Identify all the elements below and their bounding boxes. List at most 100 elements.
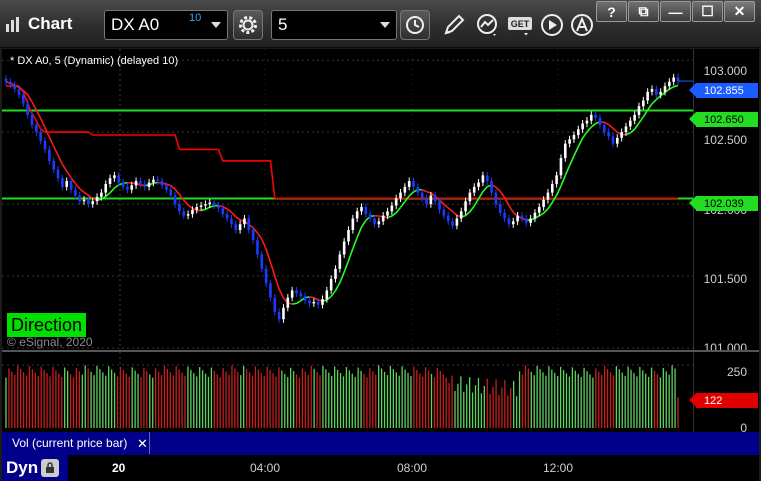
play-icon bbox=[541, 14, 563, 36]
candle-body bbox=[503, 212, 506, 219]
moving-average-segment bbox=[655, 95, 662, 101]
link-window-button[interactable]: ⧉ bbox=[628, 1, 659, 22]
close-icon[interactable]: ✕ bbox=[137, 433, 148, 455]
candle-body bbox=[217, 205, 220, 209]
moving-average-segment bbox=[153, 181, 158, 185]
moving-average-segment bbox=[603, 121, 609, 126]
volume-study-label[interactable]: Vol (current price bar) ✕ bbox=[4, 432, 150, 454]
price-chart-pane[interactable]: * DX A0, 5 (Dynamic) (delayed 10) Direct… bbox=[2, 49, 693, 350]
candle-body bbox=[425, 198, 428, 205]
replay-button[interactable] bbox=[538, 11, 566, 39]
close-button[interactable]: ✕ bbox=[724, 1, 755, 22]
candle-body bbox=[312, 301, 316, 304]
candle-body bbox=[247, 218, 251, 230]
chevron-down-icon[interactable] bbox=[380, 22, 390, 28]
help-button[interactable]: ? bbox=[596, 1, 627, 22]
symbol-input[interactable]: DX A0 10 bbox=[104, 10, 228, 40]
candle-body bbox=[173, 195, 177, 205]
draw-tools-button[interactable] bbox=[440, 11, 468, 39]
candle-body bbox=[555, 175, 558, 184]
candle-body bbox=[394, 198, 398, 206]
time-axis[interactable]: Dyn 20 04:00 08:00 12:00 bbox=[2, 455, 759, 481]
candle-body bbox=[438, 201, 441, 210]
moving-average-segment bbox=[57, 154, 64, 165]
moving-average-segment bbox=[39, 118, 46, 128]
chart-toolbar: Chart DX A0 10 5 GET ? ⧉ — ☐ ✕ bbox=[0, 0, 761, 48]
candle-body bbox=[607, 132, 610, 137]
lock-icon[interactable] bbox=[41, 459, 60, 477]
candle-body bbox=[642, 100, 645, 107]
volume-study-name: Vol (current price bar) bbox=[12, 436, 128, 450]
volume-footer: Vol (current price bar) ✕ bbox=[2, 432, 759, 455]
volume-tick: 250 bbox=[726, 365, 747, 379]
candle-body bbox=[338, 254, 342, 269]
candle-body bbox=[624, 126, 628, 133]
candle-body bbox=[121, 182, 125, 187]
moving-average-segment bbox=[633, 122, 640, 130]
dynamic-mode-button[interactable]: Dyn bbox=[2, 455, 68, 481]
candle-body bbox=[130, 185, 134, 190]
interval-value: 5 bbox=[278, 15, 288, 34]
moving-average-segment bbox=[452, 210, 458, 216]
volume-pane[interactable] bbox=[2, 352, 693, 432]
alerts-button[interactable] bbox=[568, 11, 596, 39]
candle-body bbox=[594, 114, 597, 118]
candle-body bbox=[655, 88, 658, 95]
candle-body bbox=[195, 206, 199, 210]
candle-body bbox=[646, 91, 649, 101]
candle-body bbox=[152, 179, 155, 183]
minimize-button[interactable]: — bbox=[660, 1, 691, 22]
current-volume-tag: 122 bbox=[689, 393, 758, 408]
candle-body bbox=[56, 169, 60, 179]
moving-average-segment bbox=[421, 188, 427, 193]
candle-body bbox=[204, 204, 207, 206]
moving-average-segment bbox=[646, 103, 653, 111]
volume-axis[interactable]: 250 0 122 bbox=[689, 352, 759, 435]
maximize-button[interactable]: ☐ bbox=[692, 1, 723, 22]
candle-body bbox=[104, 183, 108, 193]
time-label: 08:00 bbox=[397, 461, 428, 475]
moving-average-segment bbox=[668, 86, 675, 90]
moving-average-segment bbox=[226, 208, 232, 213]
moving-average-segment bbox=[274, 275, 280, 290]
moving-average-segment bbox=[399, 201, 406, 208]
moving-average-segment bbox=[495, 186, 501, 192]
candle-body bbox=[511, 221, 515, 225]
candle-body bbox=[663, 86, 667, 92]
moving-average-segment bbox=[347, 248, 354, 261]
moving-average-segment bbox=[612, 127, 618, 133]
last-price-tag: 102.855 bbox=[689, 83, 758, 98]
candle-body bbox=[299, 293, 303, 297]
moving-average-segment bbox=[269, 262, 276, 277]
candle-body bbox=[524, 218, 528, 223]
candle-body bbox=[230, 218, 233, 225]
candle-body bbox=[113, 175, 116, 179]
chevron-down-icon[interactable] bbox=[211, 22, 221, 28]
moving-average-segment bbox=[391, 212, 397, 217]
studies-button[interactable] bbox=[474, 11, 502, 39]
time-template-button[interactable] bbox=[400, 10, 430, 40]
moving-average-segment bbox=[625, 132, 631, 136]
moving-average-segment bbox=[343, 260, 350, 273]
candle-body bbox=[22, 94, 25, 104]
moving-average-segment bbox=[469, 205, 475, 213]
volume-chart bbox=[2, 352, 693, 432]
direction-label: Direction bbox=[7, 313, 87, 337]
candle-body bbox=[35, 124, 38, 133]
moving-average-segment bbox=[443, 203, 449, 209]
candle-body bbox=[13, 84, 16, 89]
settings-button[interactable] bbox=[233, 10, 263, 40]
moving-average-segment bbox=[608, 123, 614, 129]
candle-body bbox=[156, 179, 160, 182]
get-data-button[interactable]: GET bbox=[506, 11, 534, 39]
candle-body bbox=[446, 215, 450, 222]
interval-input[interactable]: 5 bbox=[271, 10, 397, 40]
moving-average-segment bbox=[334, 282, 341, 292]
symbol-link-badge: 10 bbox=[189, 12, 202, 24]
price-axis[interactable]: 103.000 102.500 102.000 101.500 101.000 … bbox=[689, 49, 759, 355]
candle-body bbox=[429, 195, 433, 205]
moving-average-segment bbox=[309, 296, 314, 299]
clock-icon bbox=[406, 16, 424, 34]
candle-body bbox=[316, 301, 320, 305]
candle-body bbox=[208, 202, 212, 205]
